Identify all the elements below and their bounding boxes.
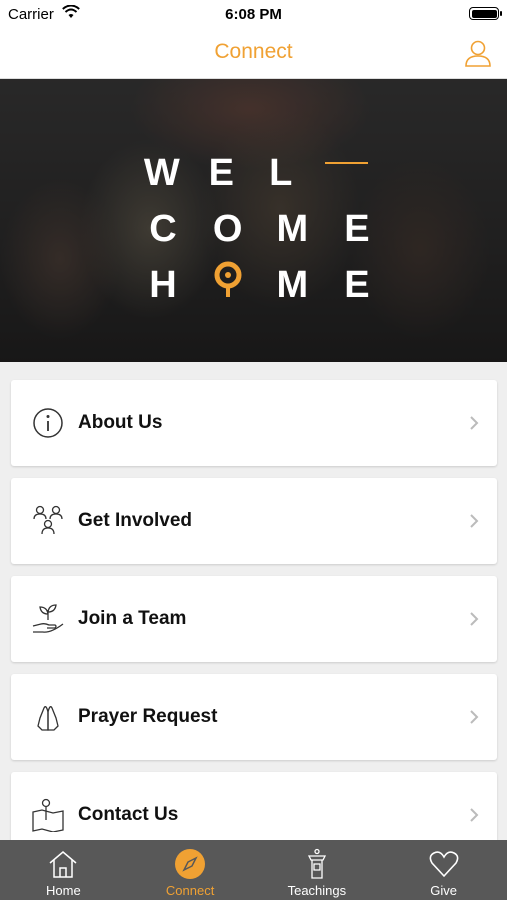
- menu-item-about-us[interactable]: About Us: [11, 380, 497, 466]
- tab-label: Home: [46, 883, 81, 898]
- chevron-right-icon: [470, 514, 479, 528]
- menu-item-label: Contact Us: [78, 804, 179, 825]
- logo-letter: E: [344, 207, 370, 250]
- status-time: 6:08 PM: [225, 6, 282, 23]
- menu-item-label: Get Involved: [78, 510, 193, 531]
- people-icon: [28, 501, 68, 541]
- compass-icon: [175, 849, 206, 879]
- menu-item-label: Prayer Request: [78, 706, 218, 727]
- praying-hands-icon: [28, 697, 68, 737]
- logo-letter: E: [344, 263, 370, 306]
- tab-label: Teachings: [287, 883, 347, 898]
- menu-item-label: Join a Team: [78, 608, 187, 629]
- chevron-right-icon: [470, 710, 479, 724]
- heart-icon: [429, 851, 459, 878]
- status-bar: Carrier 6:08 PM: [0, 0, 507, 28]
- logo-letter: L: [269, 151, 293, 194]
- map-pin-icon: [28, 795, 68, 835]
- navigation-bar: Connect: [0, 28, 507, 79]
- chevron-right-icon: [470, 416, 479, 430]
- location-pin-icon: [205, 261, 251, 309]
- info-icon: [28, 403, 68, 443]
- logo-letter: W: [143, 151, 180, 194]
- profile-icon[interactable]: [463, 38, 493, 68]
- podium-icon: [307, 848, 326, 879]
- tab-bar: Home Connect Teachings Give: [0, 840, 507, 900]
- menu-item-join-a-team[interactable]: Join a Team: [11, 576, 497, 662]
- logo-letter: M: [276, 263, 309, 306]
- chevron-right-icon: [470, 612, 479, 626]
- menu-item-prayer-request[interactable]: Prayer Request: [11, 674, 497, 760]
- logo-letter: C: [149, 207, 177, 250]
- logo-letter: O: [212, 207, 243, 250]
- plant-hand-icon: [28, 599, 68, 639]
- tab-connect[interactable]: Connect: [127, 840, 254, 900]
- logo-dash: [324, 162, 368, 164]
- menu-item-get-involved[interactable]: Get Involved: [11, 478, 497, 564]
- home-icon: [49, 851, 77, 878]
- page-title: Connect: [214, 40, 293, 63]
- tab-home[interactable]: Home: [0, 840, 127, 900]
- battery-icon: [469, 7, 502, 20]
- logo-letter: M: [276, 207, 309, 250]
- tab-teachings[interactable]: Teachings: [254, 840, 381, 900]
- menu-item-label: About Us: [78, 412, 163, 433]
- tab-label: Connect: [165, 883, 215, 898]
- chevron-right-icon: [470, 808, 479, 822]
- welcome-banner: W E L C O M E H M E: [0, 79, 507, 362]
- logo-letter: E: [208, 151, 234, 194]
- welcome-home-logo: W E L C O M E H M E: [140, 145, 380, 313]
- tab-give[interactable]: Give: [380, 840, 507, 900]
- logo-letter: H: [149, 263, 177, 306]
- tab-label: Give: [430, 883, 457, 898]
